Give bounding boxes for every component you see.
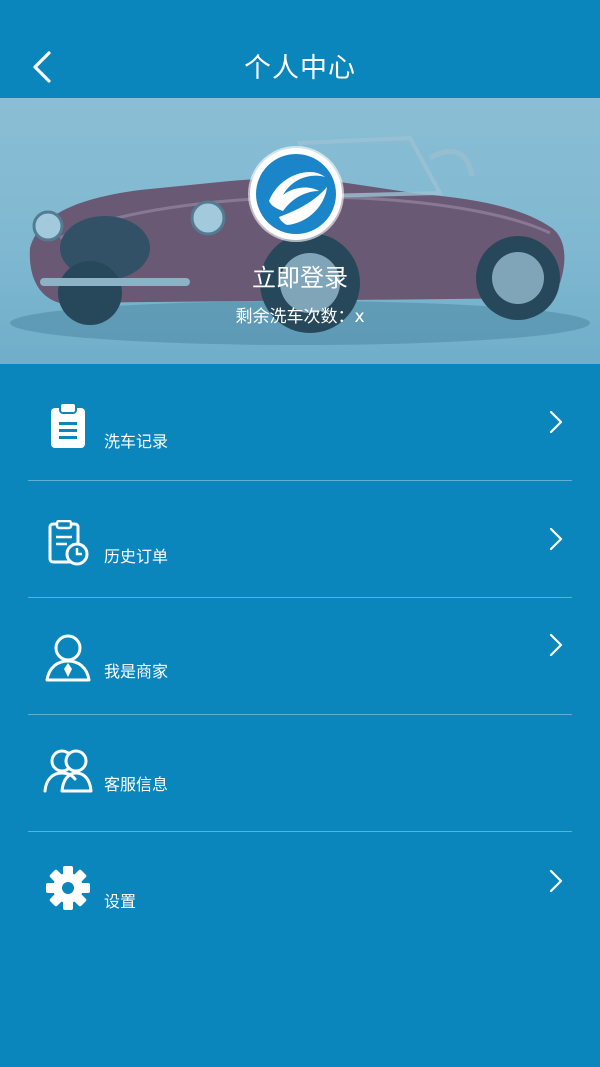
remaining-wash-count: 剩余洗车次数：x [235, 307, 365, 327]
chevron-right-icon [549, 410, 563, 434]
clipboard-icon [42, 400, 94, 452]
merchant-user-icon [42, 632, 94, 684]
menu-item-label: 设置 [104, 892, 137, 911]
login-link[interactable]: 立即登录 [0, 258, 600, 293]
menu-item-label: 客服信息 [104, 775, 169, 794]
menu-item-wash-records[interactable]: 洗车记录 [0, 364, 600, 481]
customer-service-icon [42, 745, 94, 797]
menu-item-customer-service[interactable]: 客服信息 [0, 715, 600, 832]
menu-list: 洗车记录 历史订单 我是商家 客服信息 设置 [0, 364, 600, 949]
menu-item-label: 历史订单 [104, 547, 169, 566]
menu-item-order-history[interactable]: 历史订单 [0, 481, 600, 598]
menu-item-merchant[interactable]: 我是商家 [0, 598, 600, 715]
gear-icon [42, 862, 94, 914]
profile-banner: 立即登录 剩余洗车次数：x [0, 98, 600, 364]
chevron-right-icon [549, 869, 563, 893]
menu-item-label: 我是商家 [104, 662, 169, 681]
menu-item-settings[interactable]: 设置 [0, 832, 600, 949]
brand-logo-icon [256, 154, 336, 234]
chevron-right-icon [549, 633, 563, 657]
menu-item-label: 洗车记录 [104, 432, 169, 451]
avatar[interactable] [250, 148, 342, 240]
page-title: 个人中心 [244, 53, 356, 84]
top-bar: 个人中心 [0, 0, 600, 98]
chevron-right-icon [549, 527, 563, 551]
order-history-icon [42, 517, 94, 569]
